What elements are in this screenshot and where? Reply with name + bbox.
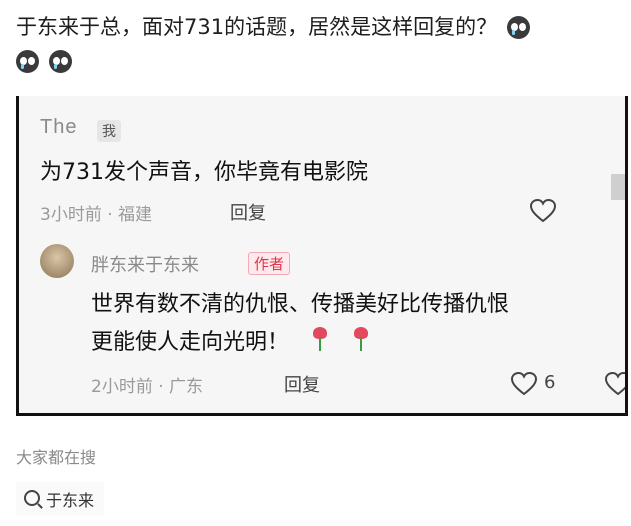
post-title-text: 于东来于总，面对731的话题，居然是这样回复的？ <box>16 15 498 39</box>
scroll-edge <box>611 174 625 200</box>
search-suggestion[interactable]: 于东来 <box>16 482 105 516</box>
reply-text: 世界有数不清的仇恨、传播美好比传播仇恨 更能使人走向光明！ <box>91 286 625 362</box>
heart-icon[interactable] <box>605 372 628 396</box>
reply-author[interactable]: 胖东来于东来 <box>91 251 199 277</box>
search-query: 于东来 <box>46 491 95 510</box>
like-count: 6 <box>544 372 556 393</box>
me-tag: 我 <box>97 120 121 142</box>
crying-face-icon <box>506 16 530 39</box>
post-title: 于东来于总，面对731的话题，居然是这样回复的？ <box>16 10 616 78</box>
heart-icon[interactable] <box>530 199 556 223</box>
rose-icon <box>351 327 371 353</box>
comment-meta: 3小时前 · 福建 <box>40 205 153 225</box>
avatar[interactable] <box>40 244 74 278</box>
reply-text-line1: 世界有数不清的仇恨、传播美好比传播仇恨 <box>91 292 510 317</box>
comment-text: 为731发个声音，你毕竟有电影院 <box>40 160 368 185</box>
crying-face-icon <box>48 50 72 73</box>
rose-icon <box>310 327 330 353</box>
author-tag: 作者 <box>248 252 291 275</box>
reply-reply-button[interactable]: 回复 <box>284 371 320 397</box>
comment-author[interactable]: The <box>40 116 77 139</box>
comment-screenshot: The 我 为731发个声音，你毕竟有电影院 3小时前 · 福建 回复 胖东来于… <box>16 96 628 416</box>
heart-icon[interactable] <box>511 372 537 396</box>
reply-text-line2: 更能使人走向光明！ <box>91 330 290 355</box>
search-heading: 大家都在搜 <box>16 448 97 467</box>
reply-meta: 2小时前 · 广东 <box>91 377 204 397</box>
search-icon <box>24 490 40 506</box>
comment-reply-button[interactable]: 回复 <box>230 199 266 225</box>
crying-face-icon <box>16 50 39 73</box>
